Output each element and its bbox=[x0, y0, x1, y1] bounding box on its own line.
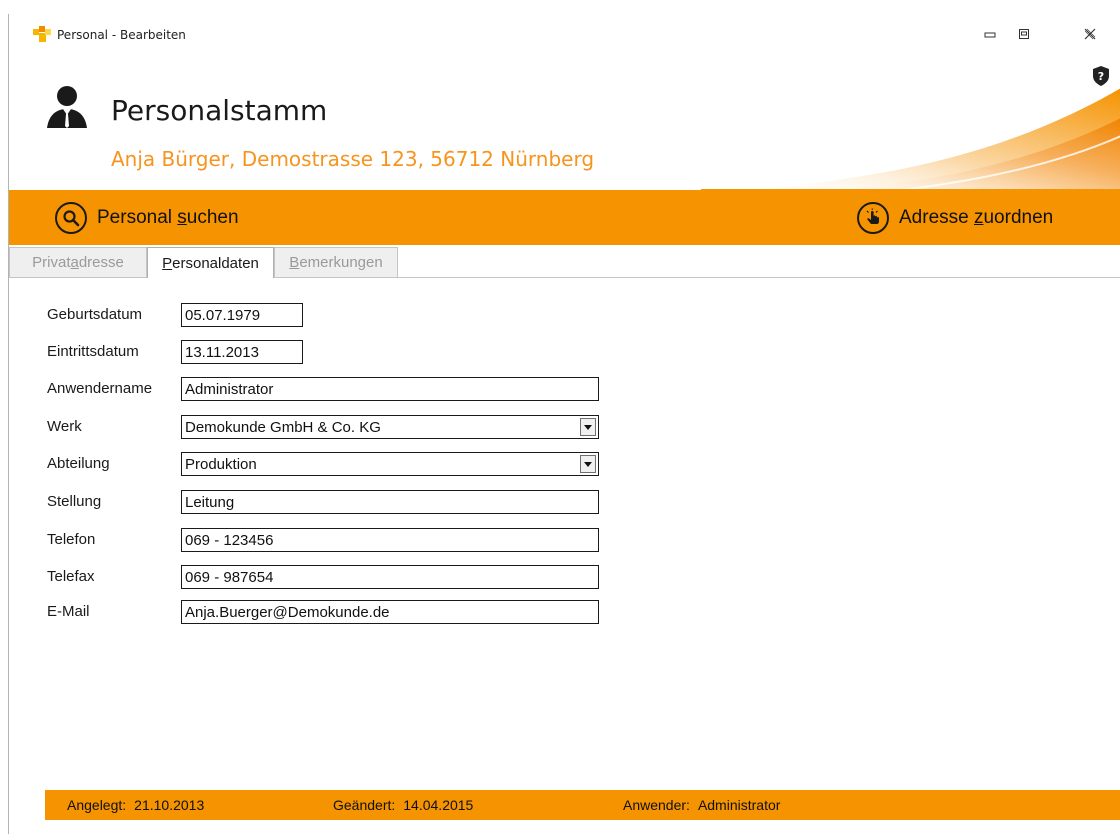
anwendername-field[interactable]: Administrator bbox=[181, 377, 599, 401]
search-personnel-button[interactable]: Personal suchen bbox=[55, 190, 239, 245]
magnifier-icon bbox=[55, 201, 87, 234]
tab-personaldaten[interactable]: Personaldaten bbox=[147, 247, 274, 278]
created-label: Angelegt: bbox=[67, 797, 127, 813]
werk-select-value: Demokunde GmbH & Co. KG bbox=[185, 419, 381, 436]
modified-label: Geändert: bbox=[333, 797, 396, 813]
abteilung-select-value: Produktion bbox=[185, 456, 257, 473]
app-icon bbox=[33, 26, 51, 42]
person-icon bbox=[47, 86, 87, 128]
user-label: Anwender: bbox=[623, 797, 690, 813]
personaldaten-form: Geburtsdatum 05.07.1979 Eintrittsdatum 1… bbox=[9, 278, 1120, 778]
restore-icon bbox=[1019, 29, 1029, 39]
title-bar[interactable]: Personal - Bearbeiten bbox=[9, 14, 1120, 48]
status-created: Angelegt: 21.10.2013 bbox=[67, 797, 204, 813]
werk-select[interactable]: Demokunde GmbH & Co. KG bbox=[181, 415, 599, 439]
stellung-label: Stellung bbox=[47, 493, 102, 510]
abteilung-label: Abteilung bbox=[47, 455, 110, 472]
tab-privatadresse[interactable]: Privat a dresse bbox=[9, 247, 147, 277]
eintrittsdatum-field[interactable]: 13.11.2013 bbox=[181, 340, 303, 364]
page-title: Personalstamm bbox=[111, 94, 328, 127]
werk-label: Werk bbox=[47, 418, 82, 435]
stellung-field[interactable]: Leitung bbox=[181, 490, 599, 514]
restore-button[interactable] bbox=[1013, 24, 1035, 44]
status-user: Anwender: Administrator bbox=[623, 797, 780, 813]
page-subtitle: Anja Bürger, Demostrasse 123, 56712 Nürn… bbox=[111, 147, 595, 171]
close-button[interactable] bbox=[1079, 24, 1101, 44]
action-toolbar: Personal suchen Adresse zuordnen bbox=[9, 190, 1120, 245]
pointing-hand-icon bbox=[857, 201, 889, 234]
status-modified: Geändert: 14.04.2015 bbox=[333, 797, 473, 813]
telefon-field[interactable]: 069 - 123456 bbox=[181, 528, 599, 552]
svg-text:?: ? bbox=[1098, 70, 1104, 83]
modified-value: 14.04.2015 bbox=[403, 797, 474, 813]
header-swoosh-decoration bbox=[701, 76, 1120, 190]
minimize-button[interactable] bbox=[979, 24, 1001, 44]
user-value: Administrator bbox=[697, 797, 781, 813]
telefax-field[interactable]: 069 - 987654 bbox=[181, 565, 599, 589]
abteilung-dropdown-button[interactable] bbox=[580, 455, 596, 473]
header: Personalstamm Anja Bürger, Demostrasse 1… bbox=[9, 48, 1120, 190]
chevron-down-icon bbox=[584, 424, 592, 430]
telefax-label: Telefax bbox=[47, 568, 95, 585]
window-title: Personal - Bearbeiten bbox=[57, 28, 186, 42]
tab-bemerkungen[interactable]: Bemerkungen bbox=[274, 247, 398, 277]
geburtsdatum-field[interactable]: 05.07.1979 bbox=[181, 303, 303, 327]
chevron-down-icon bbox=[584, 461, 592, 467]
minimize-icon bbox=[984, 32, 996, 38]
search-personnel-label: Personal suchen bbox=[97, 206, 239, 228]
abteilung-select[interactable]: Produktion bbox=[181, 452, 599, 476]
anwendername-label: Anwendername bbox=[47, 380, 153, 397]
telefon-label: Telefon bbox=[47, 531, 96, 548]
window: Personal - Bearbeiten Personalstamm Anja… bbox=[8, 14, 1120, 834]
shield-help-icon[interactable]: ? bbox=[1091, 65, 1111, 87]
email-field[interactable]: Anja.Buerger@Demokunde.de bbox=[181, 600, 599, 624]
status-bar: Angelegt: 21.10.2013 Geändert: 14.04.2015 … bbox=[45, 790, 1120, 820]
werk-dropdown-button[interactable] bbox=[580, 418, 596, 436]
close-icon bbox=[1084, 28, 1096, 40]
assign-address-button[interactable]: Adresse zuordnen bbox=[857, 190, 1053, 245]
eintrittsdatum-label: Eintrittsdatum bbox=[47, 343, 139, 360]
tab-bar: Privat a dresse Personaldaten Bemerkungen bbox=[9, 247, 1120, 278]
geburtsdatum-label: Geburtsdatum bbox=[47, 306, 143, 323]
created-value: 21.10.2013 bbox=[134, 797, 205, 813]
assign-address-label: Adresse zuordnen bbox=[899, 206, 1054, 228]
email-label: E-Mail bbox=[47, 603, 90, 620]
